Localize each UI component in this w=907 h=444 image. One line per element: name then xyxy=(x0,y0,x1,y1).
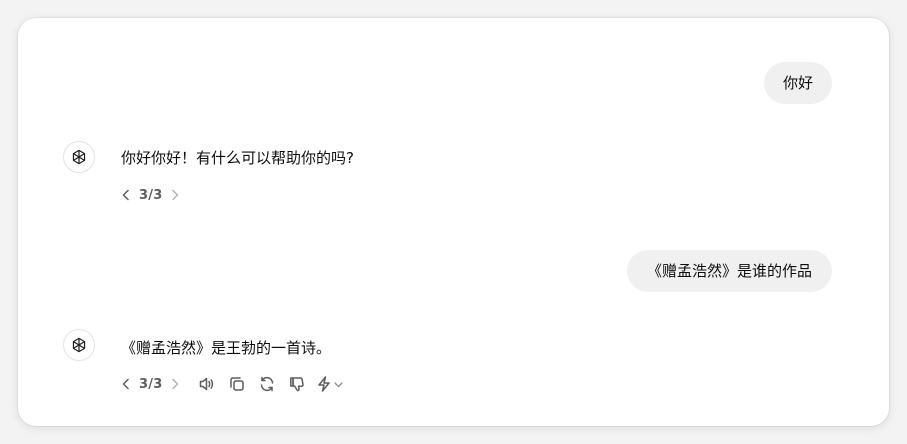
next-response-button[interactable] xyxy=(168,188,182,202)
chevron-left-icon xyxy=(122,189,129,201)
chevron-right-icon xyxy=(172,378,179,390)
chevron-down-icon xyxy=(334,381,344,387)
previous-response-button[interactable] xyxy=(119,188,133,202)
regenerate-icon xyxy=(261,376,274,392)
message-actions: 3/3 xyxy=(119,185,182,205)
assistant-message-text: 你好你好！有什么可以帮助你的吗? xyxy=(121,149,354,167)
chatgpt-logo-icon xyxy=(72,149,86,165)
regenerate-button[interactable] xyxy=(256,374,278,394)
previous-response-button[interactable] xyxy=(119,377,133,391)
user-message-bubble: 《赠孟浩然》是谁的作品 xyxy=(626,250,832,292)
chevron-right-icon xyxy=(172,189,179,201)
chat-window: 你好 你好你好！有什么可以帮助你的吗? 3/3 《赠孟浩然》是谁的作品 《赠孟浩… xyxy=(18,18,889,426)
message-actions: 3/3 xyxy=(119,374,344,394)
thumbs-down-icon xyxy=(290,377,305,392)
read-aloud-button[interactable] xyxy=(196,374,218,394)
response-pager-count: 3/3 xyxy=(139,187,163,203)
copy-button[interactable] xyxy=(226,374,248,394)
assistant-avatar xyxy=(63,329,95,361)
dislike-button[interactable] xyxy=(286,374,308,394)
assistant-avatar xyxy=(63,141,95,173)
switch-model-button[interactable] xyxy=(316,375,344,393)
chatgpt-logo-icon xyxy=(72,337,86,353)
chevron-left-icon xyxy=(122,378,129,390)
next-response-button[interactable] xyxy=(168,377,182,391)
lightning-icon xyxy=(318,376,331,392)
assistant-message-text: 《赠孟浩然》是王勃的一首诗。 xyxy=(121,339,332,357)
copy-icon xyxy=(230,377,245,391)
user-message-bubble: 你好 xyxy=(763,62,832,104)
speaker-icon xyxy=(200,377,214,391)
response-pager-count: 3/3 xyxy=(139,376,163,392)
